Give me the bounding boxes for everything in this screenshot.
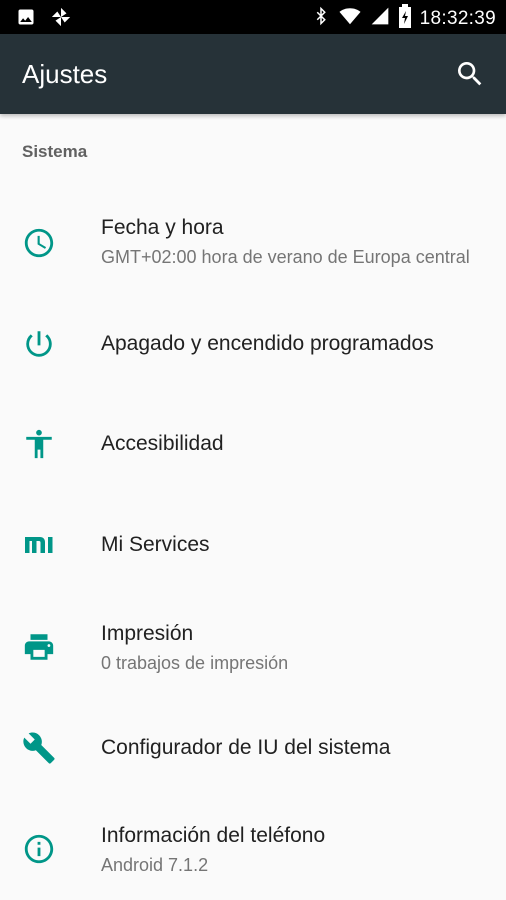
battery-icon (398, 4, 412, 33)
page-title: Ajustes (22, 59, 108, 89)
setting-item-scheduled-power[interactable]: Apagado y encendido programados (0, 310, 506, 380)
info-icon (22, 832, 56, 866)
setting-item-label: Información del teléfono (101, 824, 326, 847)
power-icon (22, 327, 56, 361)
setting-item-label: Impresión (101, 622, 194, 645)
setting-item-label: Accesibilidad (101, 432, 224, 455)
pinwheel-icon (50, 6, 72, 33)
setting-item-system-ui-tuner[interactable]: Configurador de IU del sistema (0, 714, 506, 784)
setting-item-text: Apagado y encendido programados (101, 330, 482, 358)
setting-item-printing[interactable]: Impresión 0 trabajos de impresión (0, 608, 506, 688)
setting-item-text: Fecha y hora GMT+02:00 hora de verano de… (101, 214, 482, 270)
setting-item-label: Mi Services (101, 533, 210, 556)
setting-item-label: Configurador de IU del sistema (101, 736, 391, 759)
status-right-icons: 18:32:39 (312, 4, 496, 33)
setting-item-about-phone[interactable]: Información del teléfono Android 7.1.2 (0, 810, 506, 890)
setting-item-summary: Android 7.1.2 (101, 855, 209, 875)
setting-item-text: Mi Services (101, 531, 482, 559)
signal-icon (370, 6, 390, 31)
setting-item-date-time[interactable]: Fecha y hora GMT+02:00 hora de verano de… (0, 212, 506, 292)
setting-item-accessibility[interactable]: Accesibilidad (0, 410, 506, 480)
app-bar: Ajustes (0, 34, 506, 114)
setting-item-label: Apagado y encendido programados (101, 332, 434, 355)
wrench-icon (22, 731, 56, 765)
setting-item-summary: GMT+02:00 hora de verano de Europa centr… (101, 247, 470, 267)
section-title: Sistema (22, 142, 88, 161)
bluetooth-icon (312, 4, 330, 33)
search-button[interactable] (454, 58, 486, 90)
setting-item-text: Accesibilidad (101, 430, 482, 458)
printer-icon (22, 630, 56, 664)
setting-item-summary: 0 trabajos de impresión (101, 653, 289, 673)
setting-item-text: Impresión 0 trabajos de impresión (101, 620, 482, 676)
status-bar: 18:32:39 (0, 0, 506, 34)
setting-item-text: Configurador de IU del sistema (101, 734, 482, 762)
clock-icon (22, 226, 56, 260)
status-left-icons (16, 6, 72, 33)
accessibility-icon (22, 427, 56, 461)
wifi-icon (338, 5, 362, 32)
status-time: 18:32:39 (419, 7, 496, 29)
setting-item-text: Información del teléfono Android 7.1.2 (101, 822, 482, 878)
search-icon (458, 62, 482, 86)
setting-item-mi-services[interactable]: Mi Services (0, 511, 506, 581)
mi-logo-icon (22, 528, 56, 562)
image-icon (16, 7, 36, 32)
setting-item-label: Fecha y hora (101, 216, 224, 239)
